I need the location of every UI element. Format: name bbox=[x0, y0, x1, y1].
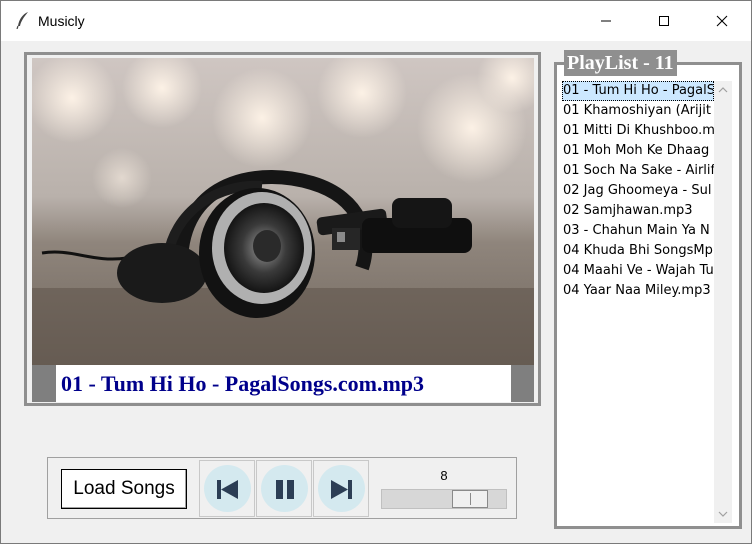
now-playing-panel: 01 - Tum Hi Ho - PagalSongs.com.mp3 bbox=[24, 52, 541, 406]
pause-icon bbox=[276, 480, 294, 499]
volume-value: 8 bbox=[440, 468, 448, 483]
playlist-item[interactable]: 01 Khamoshiyan (Arijit bbox=[562, 101, 714, 121]
playlist-listbox[interactable]: 01 - Tum Hi Ho - PagalSongs.com.mp301 Kh… bbox=[562, 81, 714, 521]
controls-panel: Load Songs 8 bbox=[47, 457, 517, 519]
playlist-scrollbar[interactable] bbox=[714, 81, 732, 523]
load-songs-button[interactable]: Load Songs bbox=[61, 469, 187, 509]
playlist-item[interactable]: 02 Jag Ghoomeya - Sul bbox=[562, 181, 714, 201]
volume-slider-thumb[interactable] bbox=[452, 490, 488, 508]
feather-icon bbox=[16, 12, 28, 29]
chevron-up-icon bbox=[718, 87, 728, 93]
minimize-icon bbox=[601, 20, 611, 22]
scroll-up-button[interactable] bbox=[714, 81, 732, 99]
playlist-heading: PlayList - 11 bbox=[564, 50, 677, 76]
skip-next-icon bbox=[331, 480, 352, 499]
album-art-image bbox=[32, 58, 534, 366]
close-button[interactable] bbox=[699, 1, 745, 41]
title-bar[interactable]: Musicly bbox=[1, 1, 751, 41]
volume-slider[interactable] bbox=[381, 489, 507, 509]
playlist-item[interactable]: 04 Maahi Ve - Wajah Tu bbox=[562, 261, 714, 281]
playlist-item[interactable]: 02 Samjhawan.mp3 bbox=[562, 201, 714, 221]
app-window: Musicly 01 - Tum Hi Ho - PagalSongs.com.… bbox=[0, 0, 752, 544]
maximize-icon bbox=[659, 16, 669, 26]
playlist-item[interactable]: 04 Khuda Bhi SongsMp bbox=[562, 241, 714, 261]
chevron-down-icon bbox=[718, 511, 728, 517]
maximize-button[interactable] bbox=[641, 1, 687, 41]
headphones-photo bbox=[32, 58, 534, 366]
playlist-item[interactable]: 03 - Chahun Main Ya N bbox=[562, 221, 714, 241]
playlist-item[interactable]: 01 Moh Moh Ke Dhaag bbox=[562, 141, 714, 161]
playlist-item[interactable]: 01 Mitti Di Khushboo.m bbox=[562, 121, 714, 141]
window-title: Musicly bbox=[38, 13, 85, 29]
now-playing-caption: 01 - Tum Hi Ho - PagalSongs.com.mp3 bbox=[32, 365, 534, 402]
next-button[interactable] bbox=[313, 460, 369, 517]
playlist-item[interactable]: 01 Soch Na Sake - Airlift bbox=[562, 161, 714, 181]
skip-previous-icon bbox=[217, 480, 238, 499]
previous-button[interactable] bbox=[199, 460, 255, 517]
scroll-down-button[interactable] bbox=[714, 505, 732, 523]
now-playing-title: 01 - Tum Hi Ho - PagalSongs.com.mp3 bbox=[56, 365, 511, 402]
minimize-button[interactable] bbox=[583, 1, 629, 41]
volume-control: 8 bbox=[381, 468, 507, 512]
playlist-item[interactable]: 01 - Tum Hi Ho - PagalSongs.com.mp3 bbox=[562, 81, 714, 101]
pause-button[interactable] bbox=[256, 460, 312, 517]
close-icon bbox=[716, 15, 728, 27]
playlist-item[interactable]: 04 Yaar Naa Miley.mp3 bbox=[562, 281, 714, 301]
